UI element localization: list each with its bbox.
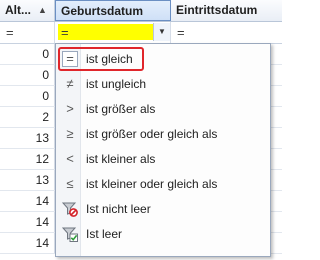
menu-item-label: ist größer oder gleich als [86, 127, 218, 141]
grid-header: Alt... ▲ Geburtsdatum Eintrittsdatum [0, 0, 282, 22]
column-header-geburtsdatum[interactable]: Geburtsdatum [55, 0, 171, 21]
empty-filter-icon [61, 226, 78, 242]
greater-than-icon: > [66, 101, 74, 116]
menu-item-label: ist größer als [86, 102, 156, 116]
cell-alter[interactable]: 14 [0, 212, 55, 232]
filter-row: = = ▼ = [0, 22, 282, 44]
filter-operator-icon[interactable]: = [177, 25, 185, 40]
filter-cell-geburtsdatum[interactable]: = ▼ [55, 22, 171, 43]
not-empty-filter-icon [61, 201, 78, 217]
column-header-eintrittsdatum[interactable]: Eintrittsdatum [171, 0, 282, 21]
menu-item-label: Ist nicht leer [86, 202, 151, 216]
filter-operator-icon[interactable]: = [61, 25, 69, 40]
not-equals-icon: ≠ [66, 76, 74, 91]
menu-item-label: Ist leer [86, 227, 123, 241]
menu-item-ist-groesser-oder-gleich[interactable]: ≥ ist größer oder gleich als [58, 122, 266, 146]
cell-alter[interactable]: 14 [0, 191, 55, 211]
filter-operator-selector[interactable]: = [58, 24, 154, 40]
cell-alter[interactable]: 13 [0, 170, 55, 190]
menu-item-ist-ungleich[interactable]: ≠ ist ungleich [58, 72, 266, 96]
menu-item-ist-leer[interactable]: Ist leer [58, 222, 266, 246]
menu-item-ist-gleich[interactable]: = ist gleich [58, 47, 144, 71]
menu-item-label: ist kleiner als [86, 152, 156, 166]
menu-item-ist-groesser-als[interactable]: > ist größer als [58, 97, 266, 121]
cell-alter[interactable]: 14 [0, 233, 55, 253]
column-header-label: Eintrittsdatum [176, 3, 258, 17]
cell-alter[interactable]: 2 [0, 107, 55, 127]
filter-cell-alter[interactable]: = [0, 22, 55, 43]
menu-item-label: ist gleich [86, 52, 133, 66]
filter-operator-menu: = ist gleich ≠ ist ungleich > ist größer… [55, 43, 271, 257]
menu-item-ist-kleiner-als[interactable]: < ist kleiner als [58, 147, 266, 171]
menu-item-label: ist kleiner oder gleich als [86, 177, 218, 191]
cell-alter[interactable]: 0 [0, 65, 55, 85]
menu-item-ist-nicht-leer[interactable]: Ist nicht leer [58, 197, 266, 221]
cell-alter[interactable]: 0 [0, 44, 55, 64]
sort-asc-icon[interactable]: ▲ [38, 0, 47, 21]
cell-alter[interactable]: 13 [0, 128, 55, 148]
column-header-alter[interactable]: Alt... ▲ [0, 0, 55, 21]
menu-item-ist-kleiner-oder-gleich[interactable]: ≤ ist kleiner oder gleich als [58, 172, 266, 196]
dropdown-arrow-icon[interactable]: ▼ [153, 23, 170, 41]
filter-operator-icon[interactable]: = [6, 25, 14, 40]
column-header-label: Geburtsdatum [61, 4, 144, 18]
equals-icon: = [62, 51, 78, 67]
less-than-icon: < [66, 151, 74, 166]
filter-cell-eintrittsdatum[interactable]: = [171, 22, 282, 43]
less-equal-icon: ≤ [66, 176, 74, 191]
cell-alter[interactable]: 12 [0, 149, 55, 169]
column-header-label: Alt... [5, 3, 31, 17]
menu-item-label: ist ungleich [86, 77, 147, 91]
greater-equal-icon: ≥ [66, 126, 74, 141]
cell-alter[interactable]: 0 [0, 86, 55, 106]
